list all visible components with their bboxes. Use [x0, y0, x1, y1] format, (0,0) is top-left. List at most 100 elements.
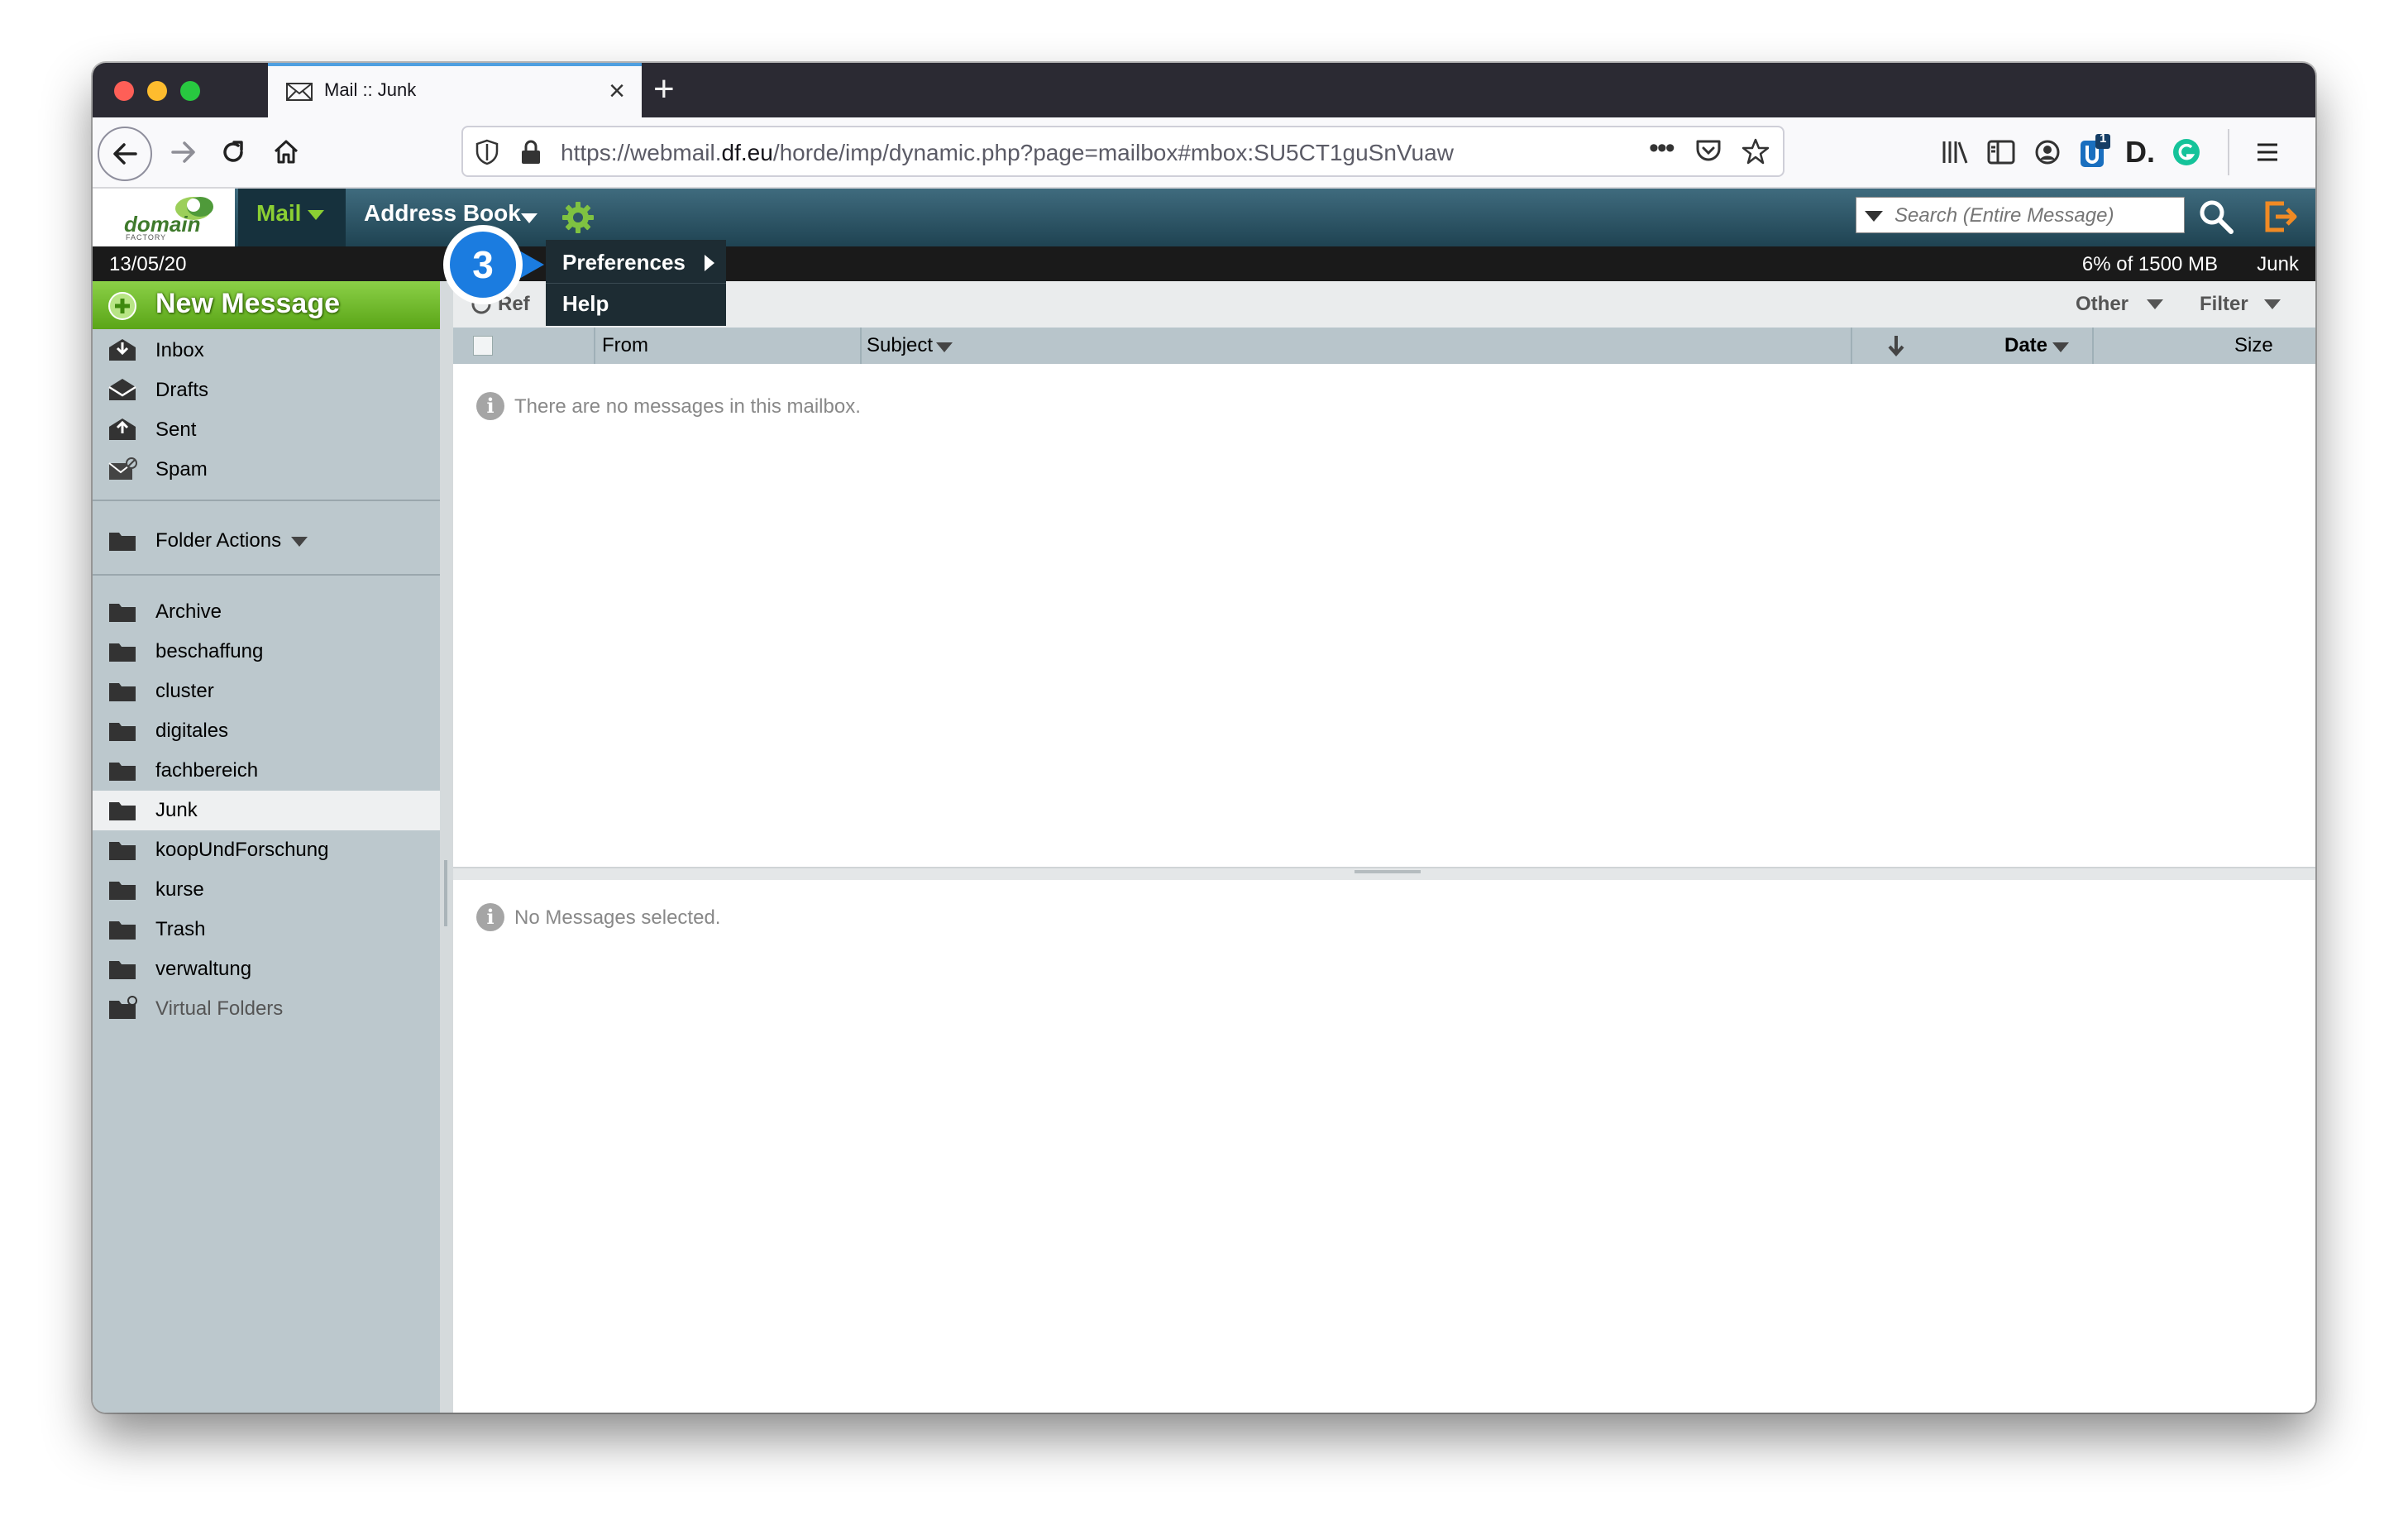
filter-menu-button[interactable]: Filter	[2200, 293, 2248, 316]
extension-badge: 1	[2100, 132, 2107, 146]
empty-mailbox-text: There are no messages in this mailbox.	[514, 395, 861, 418]
account-icon[interactable]	[2028, 132, 2067, 172]
sent-icon	[109, 418, 136, 440]
pocket-icon[interactable]	[1695, 139, 1722, 164]
url-text[interactable]: https://webmail.df.eu/horde/imp/dynamic.…	[561, 140, 1454, 166]
column-divider	[1851, 328, 1852, 364]
folder-item[interactable]: Virtual Folders	[93, 989, 440, 1029]
forward-button[interactable]	[157, 126, 210, 179]
column-size[interactable]: Size	[2234, 334, 2273, 357]
reload-button[interactable]	[207, 126, 260, 179]
folder-icon	[109, 723, 136, 741]
navigation-bar: https://webmail.df.eu/horde/imp/dynamic.…	[93, 117, 2315, 189]
tab-strip: Mail :: Junk × +	[93, 63, 2315, 117]
sort-descending-icon[interactable]	[1887, 334, 1905, 357]
folder-icon	[109, 921, 136, 940]
chevron-down-icon[interactable]	[2147, 299, 2163, 309]
folder-item[interactable]: koopUndForschung	[93, 830, 440, 870]
browser-window: Mail :: Junk × + https://webmail.df.eu/h…	[93, 63, 2315, 1413]
address-bar[interactable]: https://webmail.df.eu/horde/imp/dynamic.…	[461, 126, 1784, 177]
mail-envelope-icon	[286, 83, 313, 101]
shield-icon[interactable]	[475, 139, 499, 165]
home-button[interactable]	[260, 126, 313, 179]
folder-item[interactable]: beschaffung	[93, 632, 440, 672]
menu-item-help[interactable]: Help	[546, 283, 726, 324]
column-date[interactable]: Date	[2004, 334, 2047, 357]
menu-item-preferences[interactable]: Preferences	[546, 241, 726, 284]
column-subject[interactable]: Subject	[867, 334, 933, 357]
folder-icon	[109, 802, 136, 820]
settings-popup-menu: Preferences Help	[546, 240, 726, 326]
chevron-right-icon	[705, 255, 714, 271]
folder-item[interactable]: Archive	[93, 592, 440, 632]
preview-resize-handle[interactable]	[453, 867, 2315, 880]
folder-item[interactable]: digitales	[93, 711, 440, 751]
column-divider	[2092, 328, 2094, 364]
folder-drafts[interactable]: Drafts	[93, 371, 440, 410]
folder-label: cluster	[155, 680, 214, 702]
chevron-down-icon[interactable]	[521, 213, 538, 223]
current-mailbox: Junk	[2257, 253, 2299, 275]
mail-search-field[interactable]	[1856, 197, 2185, 233]
sidebar-resize-handle[interactable]	[440, 281, 453, 1413]
new-tab-icon[interactable]: +	[653, 69, 675, 109]
folder-sent[interactable]: Sent	[93, 410, 440, 450]
inbox-icon	[109, 339, 136, 361]
settings-gear-icon[interactable]	[561, 200, 595, 235]
folder-actions-menu[interactable]: Folder Actions	[93, 521, 440, 561]
mail-menu-button[interactable]: Mail	[238, 189, 346, 246]
grammarly-icon[interactable]	[2167, 132, 2206, 172]
virtual-folder-icon	[109, 996, 137, 1019]
chevron-down-icon	[308, 210, 324, 220]
folder-label: Virtual Folders	[155, 997, 284, 1020]
status-bar: 13/05/20 6% of 1500 MB Junk	[93, 246, 2315, 281]
search-icon[interactable]	[2198, 198, 2234, 235]
step-callout-badge: 3	[443, 225, 544, 304]
tab-close-icon[interactable]: ×	[609, 74, 625, 108]
search-input[interactable]	[1893, 203, 2177, 229]
back-button[interactable]	[98, 127, 152, 181]
sidebar-icon[interactable]	[1981, 132, 2021, 172]
sidebar-divider	[93, 574, 440, 576]
column-from[interactable]: From	[602, 334, 648, 357]
folder-item[interactable]: fachbereich	[93, 751, 440, 791]
logout-icon[interactable]	[2262, 198, 2299, 235]
drafts-icon	[108, 379, 136, 400]
chevron-down-icon[interactable]	[2052, 342, 2069, 352]
chevron-down-icon	[291, 537, 308, 547]
back-icon	[113, 143, 137, 165]
search-scope-dropdown-icon[interactable]	[1865, 211, 1883, 222]
folder-item[interactable]: verwaltung	[93, 949, 440, 989]
folder-icon	[109, 842, 136, 860]
folder-icon	[109, 533, 136, 551]
folder-item[interactable]: Junk	[93, 791, 440, 830]
folder-icon	[109, 604, 136, 622]
close-window-button[interactable]	[114, 81, 134, 101]
folder-icon	[109, 961, 136, 979]
folder-label: fachbereich	[155, 759, 259, 782]
folder-label: beschaffung	[155, 640, 264, 662]
folder-spam[interactable]: Spam	[93, 450, 440, 490]
select-all-checkbox[interactable]	[473, 336, 493, 356]
domainfactory-logo[interactable]: domain FACTORY	[93, 189, 235, 246]
more-icon[interactable]: •••	[1649, 132, 1675, 165]
extension-icon[interactable]: 1	[2074, 132, 2114, 172]
new-message-button[interactable]: New Message	[93, 281, 440, 329]
folder-item[interactable]: cluster	[93, 672, 440, 711]
d-icon[interactable]: D.	[2120, 132, 2160, 172]
folder-item[interactable]: Trash	[93, 910, 440, 949]
lock-icon[interactable]	[519, 139, 542, 165]
folder-item[interactable]: kurse	[93, 870, 440, 910]
other-menu-button[interactable]: Other	[2076, 293, 2128, 316]
chevron-down-icon[interactable]	[2264, 299, 2281, 309]
reload-icon	[223, 141, 243, 162]
maximize-window-button[interactable]	[180, 81, 200, 101]
folder-inbox[interactable]: Inbox	[93, 331, 440, 371]
menu-icon[interactable]	[2248, 132, 2287, 172]
folder-icon	[109, 882, 136, 900]
browser-tab-active[interactable]: Mail :: Junk ×	[268, 63, 642, 117]
bookmark-star-icon[interactable]	[1742, 137, 1770, 165]
chevron-down-icon[interactable]	[936, 342, 953, 352]
minimize-window-button[interactable]	[147, 81, 167, 101]
library-icon[interactable]	[1935, 132, 1975, 172]
